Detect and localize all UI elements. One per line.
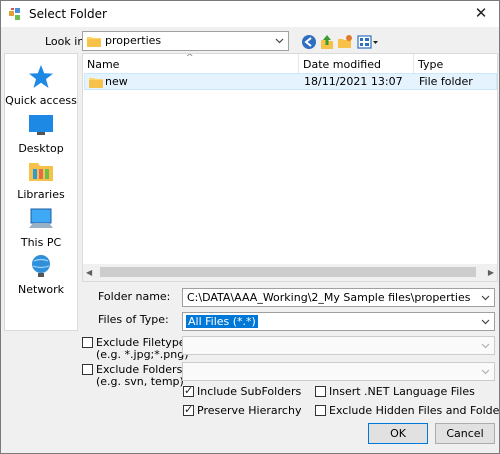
chevron-down-icon[interactable] xyxy=(274,35,285,46)
place-label: Desktop xyxy=(18,142,64,155)
include-subfolders-label: Include SubFolders xyxy=(197,385,302,398)
cancel-button[interactable]: Cancel xyxy=(435,423,495,444)
places-sidebar: Quick access Desktop Libraries This PC N… xyxy=(4,53,78,331)
place-desktop[interactable]: Desktop xyxy=(5,112,77,155)
exclude-filetypes-combo[interactable] xyxy=(182,336,495,355)
column-header-label: Date modified xyxy=(303,58,381,71)
libraries-icon xyxy=(29,163,53,181)
horizontal-scrollbar[interactable]: ◀ ▶ xyxy=(83,264,497,281)
include-subfolders-checkbox[interactable] xyxy=(183,384,194,397)
file-row[interactable]: new 18/11/2021 13:07 File folder xyxy=(84,73,497,90)
scroll-right-icon[interactable]: ▶ xyxy=(488,268,494,277)
folder-name-combo[interactable]: C:\DATA\AAA_Working\2_My Sample files\pr… xyxy=(182,288,495,307)
file-date-modified: 18/11/2021 13:07 xyxy=(304,75,403,88)
exclude-filetypes-hint: (e.g. *.jpg;*.png) xyxy=(96,348,189,361)
files-of-type-label: Files of Type: xyxy=(98,313,169,326)
exclude-folders-hint: (e.g. svn, temp) xyxy=(96,375,184,388)
place-quick-access[interactable]: Quick access xyxy=(5,64,77,107)
preserve-hierarchy-checkbox[interactable] xyxy=(183,403,194,416)
title-bar: Select Folder ✕ xyxy=(1,1,499,27)
place-label: Network xyxy=(18,283,64,296)
exclude-folders-checkbox[interactable] xyxy=(82,364,93,375)
place-libraries[interactable]: Libraries xyxy=(5,158,77,201)
exclude-hidden-checkbox[interactable] xyxy=(315,405,326,416)
look-in-value: properties xyxy=(105,34,162,47)
scrollbar-thumb[interactable] xyxy=(100,267,476,277)
scroll-left-icon[interactable]: ◀ xyxy=(86,268,92,277)
app-icon xyxy=(9,8,20,20)
files-of-type-select[interactable]: All Files (*.*) xyxy=(182,312,495,331)
back-icon[interactable] xyxy=(301,34,317,50)
file-list[interactable]: ^ Name Date modified Type new 18/11/2021… xyxy=(82,53,498,282)
this-pc-icon xyxy=(29,208,53,228)
view-menu-icon[interactable] xyxy=(357,34,379,50)
chevron-down-icon[interactable] xyxy=(480,292,491,303)
network-icon xyxy=(32,255,50,277)
exclude-folders-combo[interactable] xyxy=(182,362,495,381)
ok-button[interactable]: OK xyxy=(368,423,428,444)
place-network[interactable]: Network xyxy=(5,253,77,296)
up-folder-icon[interactable] xyxy=(319,34,335,50)
desktop-icon xyxy=(29,115,53,135)
folder-name-value: C:\DATA\AAA_Working\2_My Sample files\pr… xyxy=(187,291,471,304)
look-in-combo[interactable]: properties xyxy=(82,31,289,51)
insert-net-files-label: Insert .NET Language Files xyxy=(329,385,475,398)
insert-net-files-checkbox[interactable] xyxy=(315,386,326,397)
place-label: This PC xyxy=(20,236,62,249)
place-this-pc[interactable]: This PC xyxy=(5,206,77,249)
folder-name-label: Folder name: xyxy=(98,290,171,303)
place-label: Quick access xyxy=(5,94,77,107)
select-folder-dialog: Select Folder ✕ Look in: properties Quic… xyxy=(0,0,500,454)
window-title: Select Folder xyxy=(29,7,107,21)
chevron-down-icon[interactable] xyxy=(480,366,491,377)
new-folder-icon[interactable] xyxy=(337,34,353,50)
chevron-down-icon[interactable] xyxy=(480,316,491,327)
folder-icon xyxy=(87,37,101,47)
exclude-hidden-label: Exclude Hidden Files and Folders xyxy=(329,404,500,417)
chevron-down-icon[interactable] xyxy=(480,340,491,351)
close-button[interactable]: ✕ xyxy=(473,5,489,21)
file-type: File folder xyxy=(419,75,473,88)
files-of-type-value: All Files (*.*) xyxy=(186,315,258,328)
quick-access-star-icon xyxy=(29,65,53,88)
column-header-label: Name xyxy=(87,58,120,71)
file-name: new xyxy=(105,75,128,88)
folder-icon xyxy=(89,78,103,88)
column-header-label: Type xyxy=(418,58,444,71)
preserve-hierarchy-label: Preserve Hierarchy xyxy=(197,404,302,417)
exclude-filetypes-checkbox[interactable] xyxy=(82,337,93,348)
place-label: Libraries xyxy=(17,188,65,201)
